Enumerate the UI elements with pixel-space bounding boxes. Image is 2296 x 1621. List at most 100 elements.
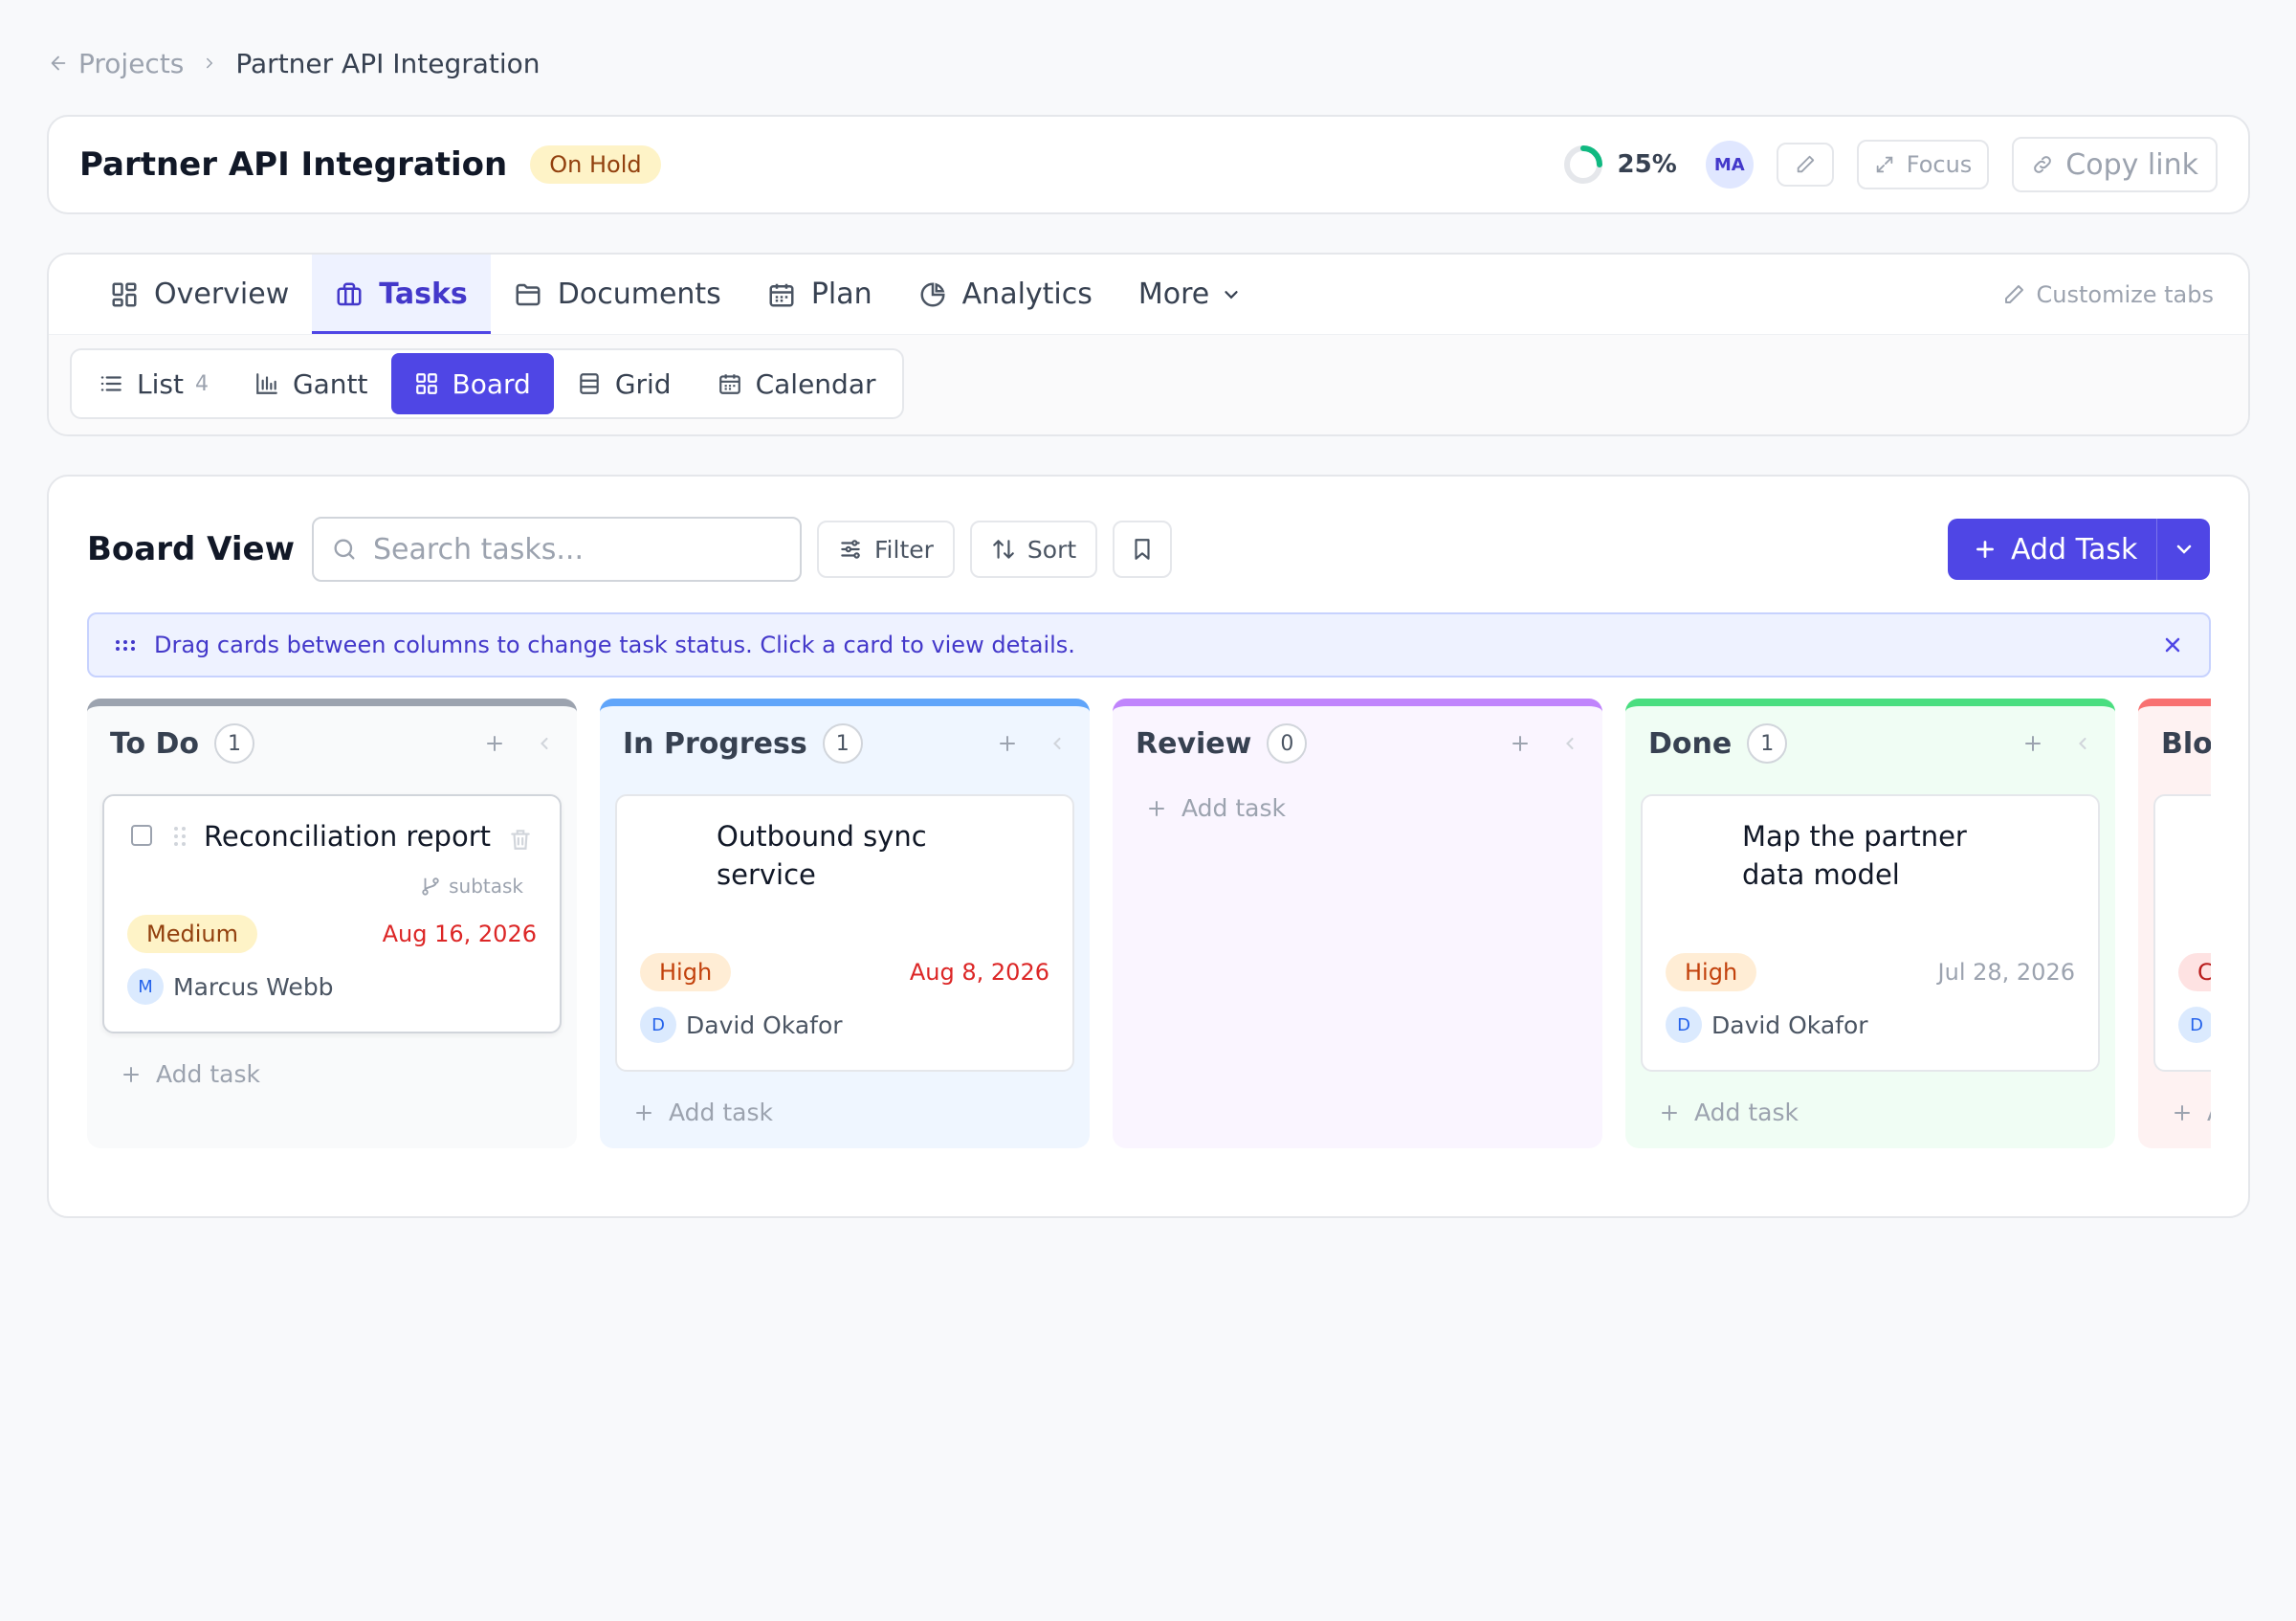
column-title: Blo bbox=[2161, 726, 2211, 761]
close-icon[interactable] bbox=[2161, 633, 2184, 656]
board-title: Board View bbox=[87, 530, 295, 568]
add-task-row[interactable]: Add task bbox=[1145, 794, 1286, 822]
chevron-right-icon bbox=[207, 57, 213, 69]
add-task-row[interactable]: Add task bbox=[120, 1060, 260, 1088]
task-card[interactable]: Reconciliation report subtask Medium Aug… bbox=[102, 794, 562, 1033]
tab-more[interactable]: More bbox=[1115, 255, 1265, 334]
drag-handle-icon[interactable] bbox=[173, 825, 187, 848]
sort-button[interactable]: Sort bbox=[969, 521, 1098, 578]
view-grid-button[interactable]: Grid bbox=[554, 353, 695, 414]
tab-plan-label: Plan bbox=[810, 278, 872, 311]
add-task-row[interactable]: Add task bbox=[1658, 1099, 1799, 1126]
folder-icon bbox=[516, 283, 541, 305]
breadcrumb-current: Partner API Integration bbox=[235, 47, 541, 79]
view-list-label: List bbox=[137, 367, 184, 400]
view-gantt-button[interactable]: Gantt bbox=[232, 353, 391, 414]
calendar-icon bbox=[769, 283, 794, 306]
copy-link-button[interactable]: Copy link bbox=[2012, 137, 2218, 192]
priority-badge: C bbox=[2178, 953, 2211, 991]
focus-button[interactable]: Focus bbox=[1856, 140, 1990, 189]
view-board-button[interactable]: Board bbox=[390, 353, 554, 414]
assignee-avatar: D bbox=[2178, 1007, 2211, 1043]
add-task-row-label: Add task bbox=[156, 1060, 260, 1088]
task-checkbox[interactable] bbox=[131, 825, 152, 846]
grid-icon bbox=[112, 282, 137, 306]
tab-analytics[interactable]: Analytics bbox=[895, 255, 1115, 334]
add-task-row[interactable]: Add task bbox=[2171, 1099, 2211, 1126]
view-calendar-button[interactable]: Calendar bbox=[695, 353, 899, 414]
breadcrumb-parent[interactable]: Projects bbox=[78, 48, 184, 79]
tab-tasks[interactable]: Tasks bbox=[312, 255, 491, 334]
filter-button[interactable]: Filter bbox=[817, 521, 955, 578]
task-card[interactable]: Map the partner data model High Jul 28, … bbox=[1641, 794, 2100, 1072]
copy-link-label: Copy link bbox=[2065, 147, 2198, 182]
filter-label: Filter bbox=[874, 535, 934, 564]
pie-chart-icon bbox=[920, 281, 945, 306]
assignee-name: Marcus Webb bbox=[173, 972, 334, 1001]
add-task-dropdown[interactable] bbox=[2156, 519, 2210, 580]
hint-banner: Drag cards between columns to change tas… bbox=[87, 612, 2211, 677]
plus-icon[interactable] bbox=[1509, 732, 1532, 755]
add-task-button[interactable]: Add Task bbox=[1948, 519, 2210, 580]
chevron-left-icon[interactable] bbox=[1048, 734, 1067, 753]
drag-dots-icon bbox=[116, 640, 135, 651]
task-card[interactable]: Outbound sync service High Aug 8, 2026 D… bbox=[615, 794, 1074, 1072]
plus-icon[interactable] bbox=[996, 732, 1019, 755]
view-gantt-label: Gantt bbox=[292, 367, 368, 400]
plus-icon bbox=[636, 1104, 651, 1121]
subtask-label: subtask bbox=[449, 875, 523, 898]
task-title: Outbound sync service bbox=[717, 820, 927, 891]
view-calendar-label: Calendar bbox=[755, 367, 876, 400]
column-title: Review bbox=[1136, 726, 1252, 761]
progress-text: 25% bbox=[1617, 150, 1677, 179]
chevron-left-icon[interactable] bbox=[2073, 734, 2092, 753]
board-columns: To Do 1 Reconciliation report subtask Me… bbox=[87, 699, 2211, 1148]
trash-icon[interactable] bbox=[508, 827, 533, 852]
add-task-row-label: Add task bbox=[1181, 794, 1286, 822]
tab-more-label: More bbox=[1137, 278, 1210, 311]
assignee: M Marcus Webb bbox=[127, 968, 334, 1005]
chevron-left-icon[interactable] bbox=[1560, 734, 1579, 753]
assignee-name: David Okafor bbox=[1711, 1010, 1868, 1039]
briefcase-icon bbox=[337, 282, 362, 305]
search-input[interactable]: Search tasks... bbox=[312, 517, 802, 582]
project-header: Partner API Integration On Hold 25% MA F… bbox=[47, 115, 2250, 214]
chevron-down-icon bbox=[2176, 544, 2191, 554]
view-list-button[interactable]: List 4 bbox=[76, 353, 232, 414]
chevron-left-icon[interactable] bbox=[535, 734, 554, 753]
column-count: 1 bbox=[214, 723, 255, 764]
arrow-left-icon bbox=[51, 56, 66, 71]
status-badge[interactable]: On Hold bbox=[530, 145, 661, 184]
tab-documents[interactable]: Documents bbox=[491, 255, 744, 334]
column-done: Done 1 Map the partner data model High J… bbox=[1625, 699, 2115, 1148]
assignee-avatar: M bbox=[127, 968, 164, 1005]
plus-icon[interactable] bbox=[483, 732, 506, 755]
edit-button[interactable] bbox=[1776, 143, 1834, 187]
priority-badge: High bbox=[640, 953, 732, 991]
column-review: Review 0 Add task bbox=[1113, 699, 1602, 1148]
breadcrumb-projects-link[interactable]: Projects bbox=[48, 48, 184, 79]
add-task-row-label: Add task bbox=[669, 1099, 773, 1126]
tab-plan[interactable]: Plan bbox=[744, 255, 895, 334]
column-count: 0 bbox=[1267, 723, 1308, 764]
customize-tabs-label: Customize tabs bbox=[2036, 280, 2214, 308]
customize-tabs-button[interactable]: Customize tabs bbox=[2002, 255, 2214, 334]
assignee: D David Okafor bbox=[1666, 1007, 1868, 1043]
view-list-count: 4 bbox=[194, 371, 209, 396]
add-task-row[interactable]: Add task bbox=[632, 1099, 773, 1126]
task-card[interactable]: C D bbox=[2153, 794, 2211, 1072]
tab-overview[interactable]: Overview bbox=[87, 255, 312, 334]
priority-badge: Medium bbox=[127, 915, 257, 953]
tab-analytics-label: Analytics bbox=[961, 278, 1093, 311]
task-title: Map the partner data model bbox=[1742, 820, 1967, 891]
column-todo: To Do 1 Reconciliation report subtask Me… bbox=[87, 699, 577, 1148]
search-icon bbox=[334, 539, 355, 560]
plus-icon[interactable] bbox=[2021, 732, 2044, 755]
table-icon bbox=[580, 373, 599, 394]
bookmark-icon bbox=[1135, 539, 1150, 560]
column-title: Done bbox=[1648, 726, 1733, 761]
avatar[interactable]: MA bbox=[1705, 141, 1754, 189]
board-toolbar: Board View Search tasks... Filter Sort A… bbox=[87, 517, 2210, 582]
calendar-icon bbox=[718, 374, 740, 394]
save-view-button[interactable] bbox=[1113, 521, 1173, 578]
